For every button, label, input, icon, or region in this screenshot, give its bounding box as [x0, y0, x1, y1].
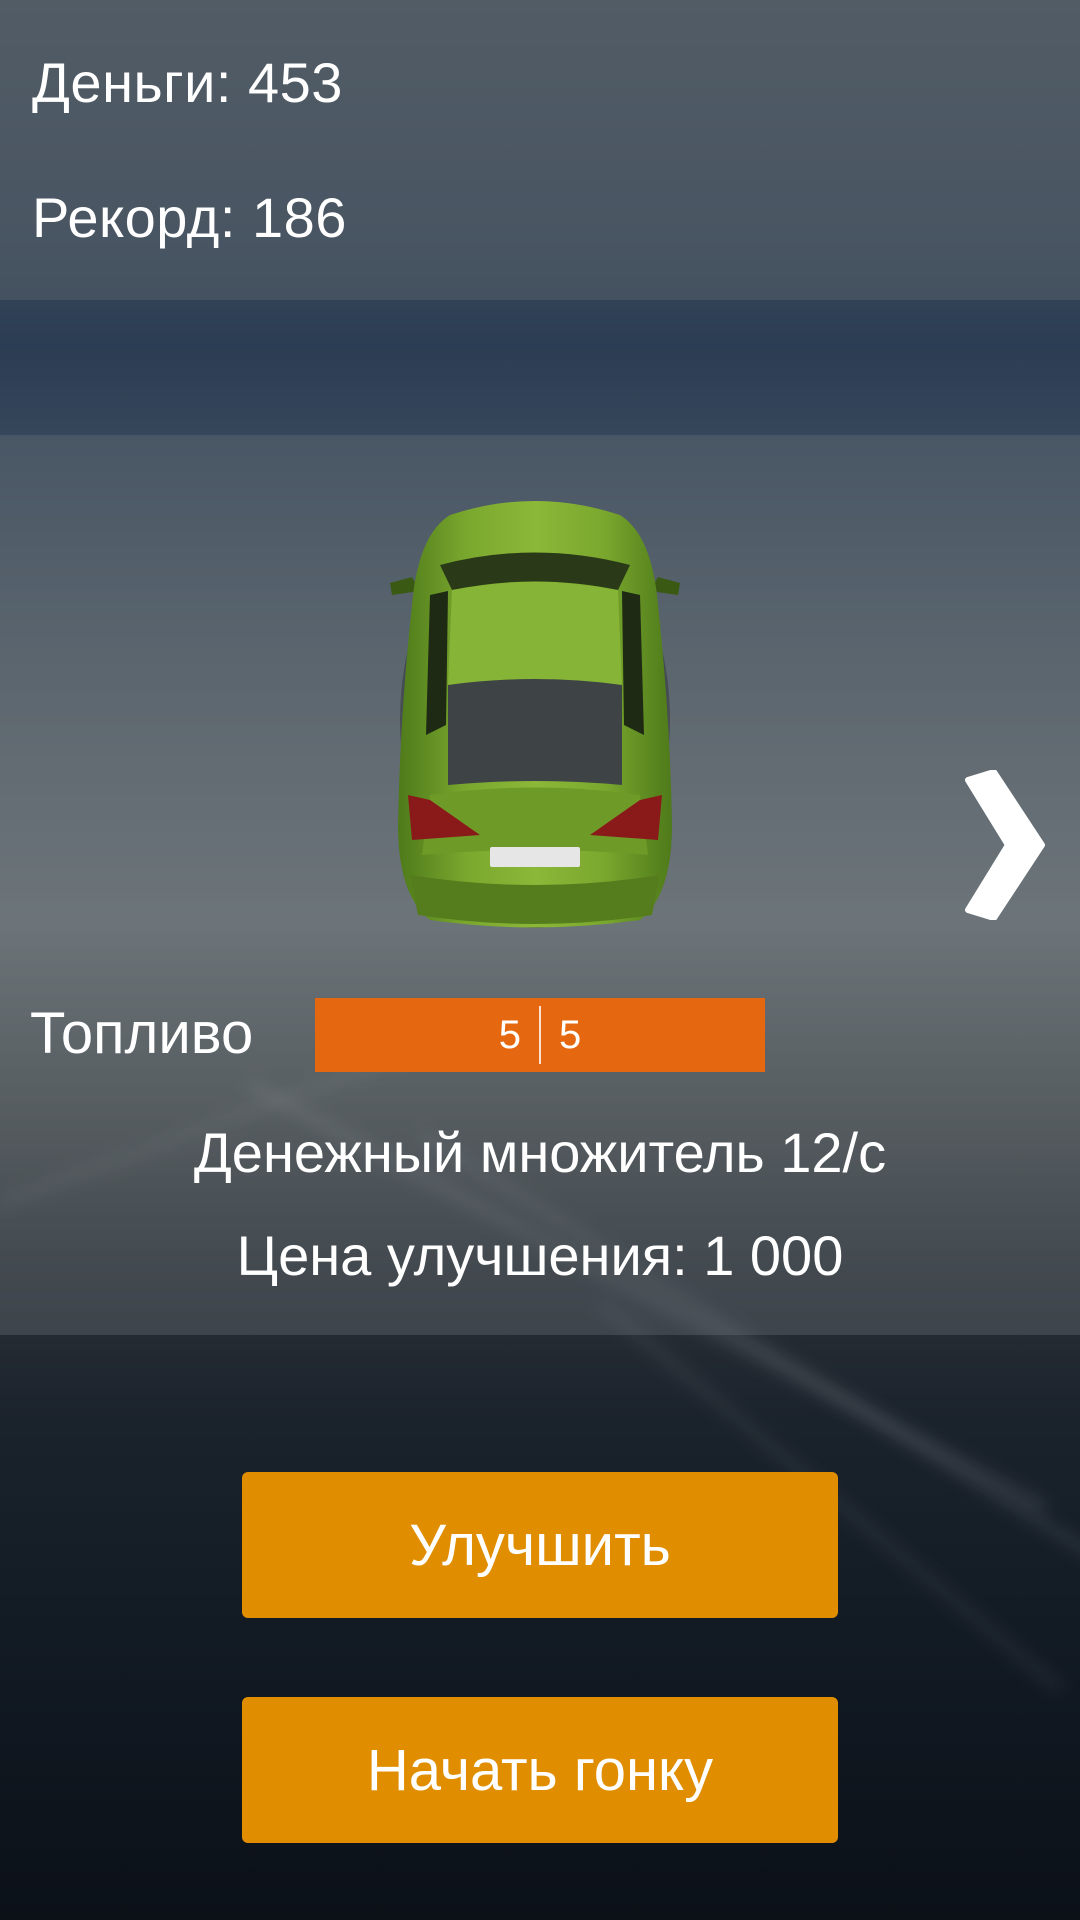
chevron-right-icon[interactable] [960, 770, 1045, 920]
money-counter: Деньги: 453 [32, 51, 343, 114]
record-counter: Рекорд: 186 [32, 186, 347, 249]
garage-screen: Деньги: 453 Рекорд: 186 Топливо 5 5 Дене… [0, 0, 1080, 1920]
fuel-max: 5 [559, 1012, 582, 1057]
car-image [390, 501, 680, 928]
money-multiplier: Денежный множитель 12/с [193, 1121, 887, 1184]
stats-panel [0, 0, 1080, 300]
fuel-bar: 5 5 [315, 998, 765, 1072]
upgrade-button[interactable]: Улучшить [242, 1472, 838, 1618]
start-race-button[interactable]: Начать гонку [242, 1697, 838, 1843]
upgrade-price: Цена улучшения: 1 000 [236, 1224, 844, 1287]
fuel-divider [539, 1006, 541, 1064]
fuel-current: 5 [498, 1012, 521, 1057]
fuel-label: Топливо [30, 1001, 254, 1066]
